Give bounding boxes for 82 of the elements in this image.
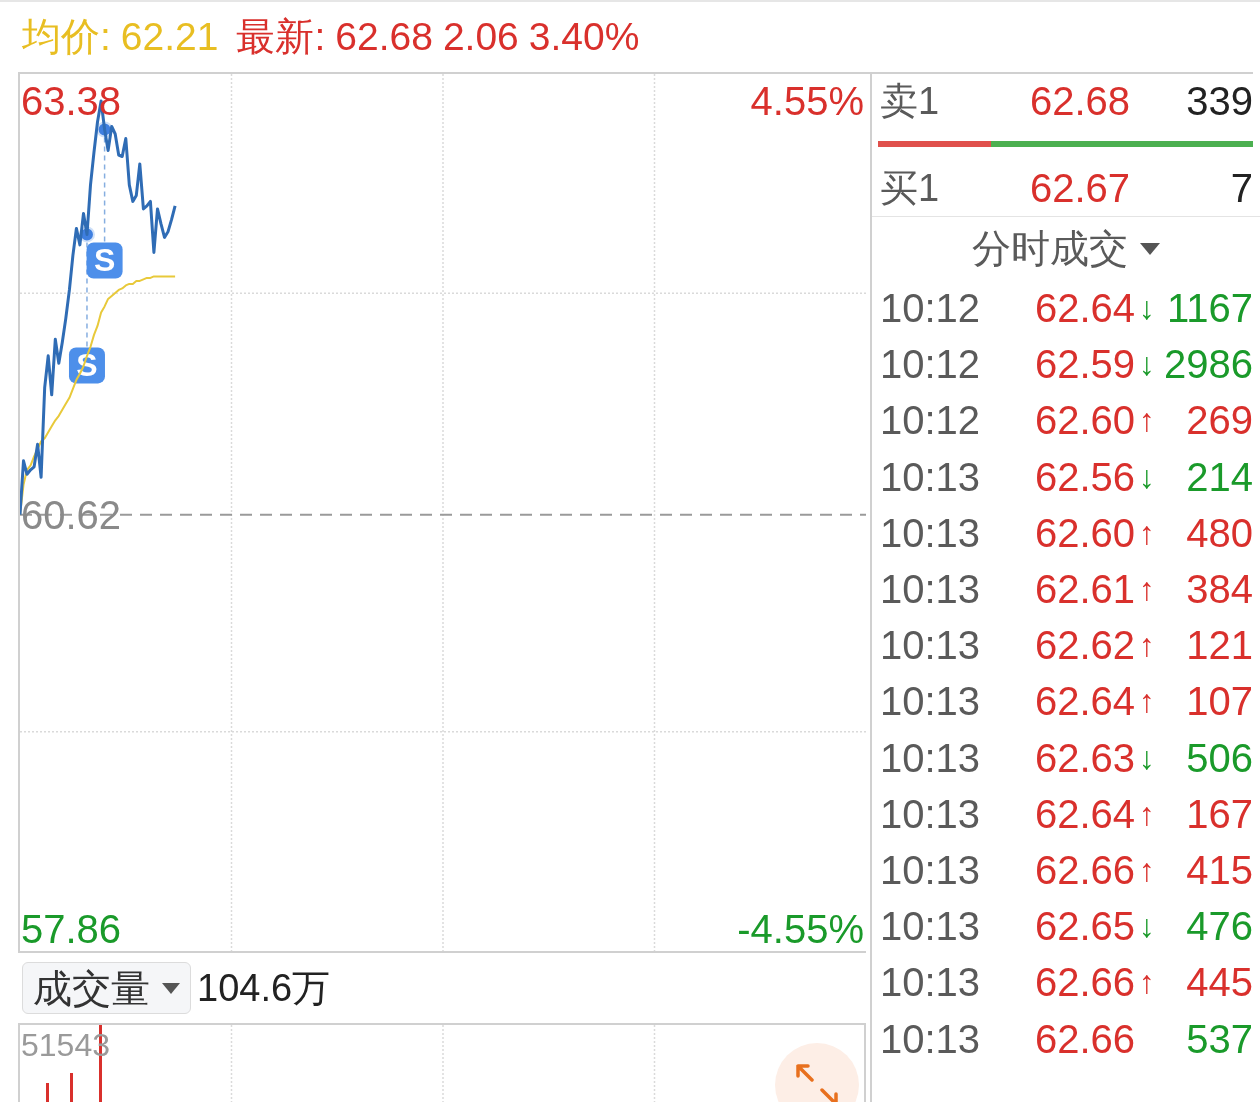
direction-arrow: ↓ [1139,345,1156,385]
trade-volume: 269 [1186,397,1253,445]
trade-time: 10:13 [880,846,982,894]
expand-button[interactable] [775,1043,859,1102]
trade-price: 62.59 [1035,341,1136,389]
volume-bar [70,1073,73,1102]
direction-arrow: ↓ [1139,907,1156,947]
trade-price: 62.66 [1035,1015,1136,1063]
latest-price-label: 最新: [236,14,326,60]
trade-volume: 476 [1186,903,1253,951]
trade-price: 62.65 [1035,903,1136,951]
trade-time: 10:13 [880,453,982,501]
direction-arrow: ↓ [1139,289,1156,329]
change-percent: 3.40% [528,14,640,60]
direction-arrow: ↑ [1139,850,1156,890]
direction-arrow: ↑ [1139,401,1156,441]
average-price: 62.21 [120,14,219,60]
signal-badge: S [86,242,123,279]
trade-time: 10:12 [880,341,982,389]
trade-price: 62.62 [1035,622,1136,670]
bid-volume: 7 [1230,165,1253,212]
trade-time: 10:13 [880,678,982,726]
trade-time: 10:13 [880,509,982,557]
trade-volume: 121 [1186,622,1253,670]
direction-arrow: ↑ [1139,682,1156,722]
trade-time: 10:13 [880,622,982,670]
ask-price: 62.68 [1030,78,1131,125]
percent-axis-label: 4.55% [750,79,864,124]
trade-volume: 445 [1186,959,1253,1007]
trade-time: 10:12 [880,397,982,445]
trade-volume: 167 [1186,790,1253,838]
trade-time: 10:13 [880,566,982,614]
trade-price: 62.60 [1035,509,1136,557]
direction-arrow: ↑ [1139,570,1156,610]
expand-icon [795,1063,839,1102]
caret-icon [162,982,180,994]
trade-price: 62.60 [1035,397,1136,445]
trade-time: 10:13 [880,903,982,951]
trade-price: 62.56 [1035,453,1136,501]
trade-volume: 1167 [1167,285,1253,333]
price-axis-label: 57.86 [21,907,122,951]
direction-arrow: ↑ [1139,513,1156,553]
direction-arrow: ↓ [1139,738,1156,778]
price-axis-label: 60.62 [21,493,122,538]
bid-label: 买1 [880,166,941,211]
trade-volume: 384 [1186,566,1253,614]
trade-volume: 506 [1186,734,1253,782]
trade-volume: 537 [1186,1015,1253,1063]
trade-time: 10:13 [880,790,982,838]
trade-time: 10:12 [880,285,982,333]
indicator-dropdown[interactable]: 成交量 [22,962,191,1014]
caret-icon [1140,242,1160,255]
trade-time: 10:13 [880,734,982,782]
direction-arrow: ↑ [1139,626,1156,666]
trade-volume: 415 [1186,846,1253,894]
trade-volume: 480 [1186,509,1253,557]
latest-price: 62.68 [335,14,433,60]
bid-price: 62.67 [1030,165,1131,212]
trade-price: 62.63 [1035,734,1136,782]
direction-arrow: ↑ [1139,963,1156,1003]
trade-volume: 2986 [1164,341,1253,389]
ask-volume: 339 [1186,78,1253,125]
trade-time: 10:13 [880,1015,982,1063]
direction-arrow: ↑ [1139,794,1156,834]
trade-price: 62.61 [1035,566,1136,614]
trade-time: 10:13 [880,959,982,1007]
trade-price: 62.66 [1035,959,1136,1007]
trade-price: 62.66 [1035,846,1136,894]
price-axis-label: 63.38 [21,79,122,124]
percent-axis-label: -4.55% [737,907,864,951]
trade-price: 62.64 [1035,678,1136,726]
trade-volume: 107 [1186,678,1253,726]
trade-volume: 214 [1186,453,1253,501]
volume-total: 104.6万 [197,965,331,1011]
trade-price: 62.64 [1035,790,1136,838]
volume-bar [46,1083,49,1102]
average-price-label: 均价: [22,14,111,60]
trades-dropdown[interactable]: 分时成交 [972,223,1160,274]
ask-label: 卖1 [880,79,941,124]
price-change: 2.06 [442,14,519,60]
trade-price: 62.64 [1035,285,1136,333]
direction-arrow: ↓ [1139,457,1156,497]
